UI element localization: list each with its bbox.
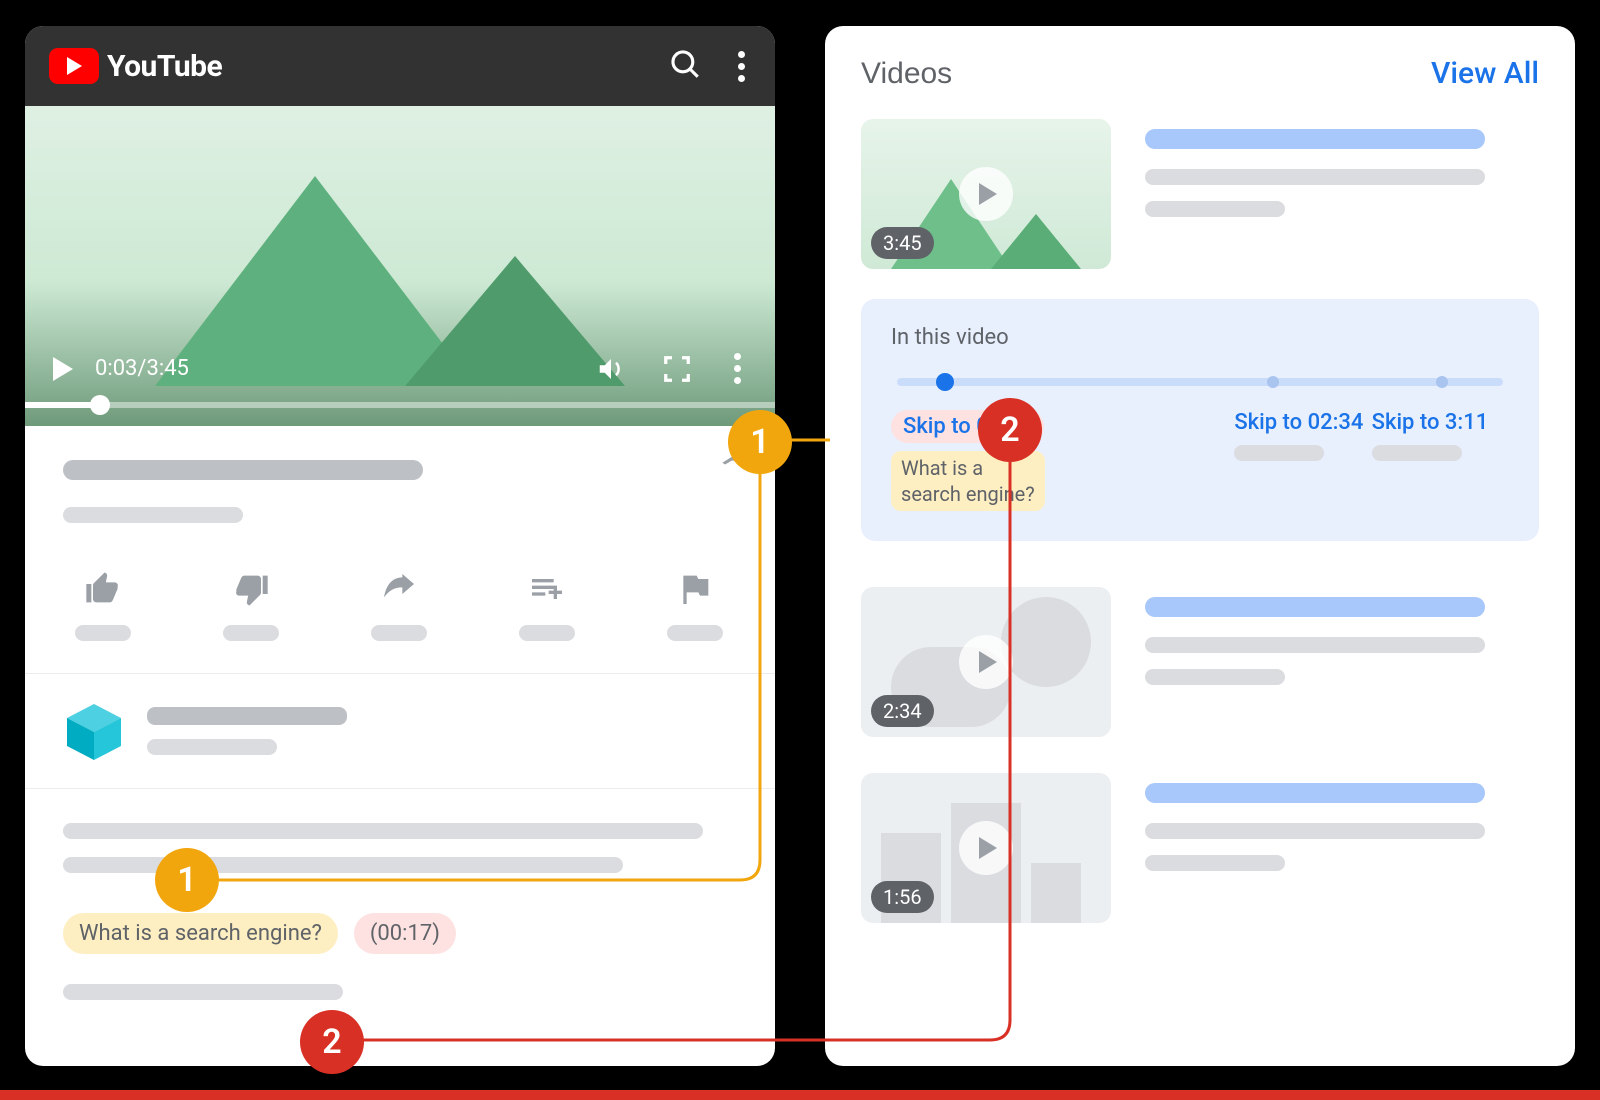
duration-badge: 1:56 [871, 881, 934, 913]
video-player[interactable]: 0:03 / 3:45 [25, 106, 775, 426]
volume-icon[interactable] [596, 354, 626, 384]
moment-title-placeholder [1234, 445, 1324, 461]
moment-title: What is asearch engine? [891, 451, 1045, 511]
moment-dot[interactable] [936, 373, 954, 391]
youtube-header: YouTube [25, 26, 775, 106]
progress-thumb[interactable] [90, 395, 110, 415]
key-moments-track[interactable] [897, 378, 1503, 386]
key-moments-heading: In this video [891, 325, 1509, 350]
like-button[interactable] [63, 569, 143, 641]
play-icon[interactable] [53, 357, 73, 381]
channel-row[interactable] [63, 700, 745, 762]
result-line [1145, 169, 1485, 185]
result-line [1145, 823, 1485, 839]
play-icon [959, 635, 1013, 689]
chapter-time-chip[interactable]: (00:17) [354, 913, 456, 954]
kebab-menu-icon[interactable] [732, 51, 751, 82]
key-moments-card: In this video Skip to 00:17 What is asea… [861, 299, 1539, 541]
moment-dot[interactable] [1436, 376, 1448, 388]
result-line [1145, 201, 1285, 217]
youtube-brand-text: YouTube [107, 49, 222, 84]
callout-badge-2: 2 [978, 398, 1042, 462]
play-icon [959, 167, 1013, 221]
dislike-button[interactable] [211, 569, 291, 641]
video-result[interactable]: 1:56 [861, 773, 1539, 923]
channel-name-placeholder [147, 707, 347, 725]
result-line [1145, 855, 1285, 871]
youtube-logo[interactable]: YouTube [49, 48, 222, 84]
description-line [63, 857, 623, 873]
video-views-placeholder [63, 507, 243, 523]
play-icon [959, 821, 1013, 875]
moment-dot[interactable] [1267, 376, 1279, 388]
duration-badge: 2:34 [871, 695, 934, 727]
video-thumbnail[interactable]: 2:34 [861, 587, 1111, 737]
duration-badge: 3:45 [871, 227, 934, 259]
time-total: 3:45 [147, 356, 189, 381]
time-separator: / [137, 356, 146, 381]
skip-link[interactable]: Skip to 02:34 [1234, 410, 1363, 435]
result-title-placeholder [1145, 597, 1485, 617]
result-title-placeholder [1145, 129, 1485, 149]
video-result[interactable]: 3:45 [861, 119, 1539, 269]
share-button[interactable] [359, 569, 439, 641]
video-title-row: ⌃ [63, 452, 745, 487]
player-controls: 0:03 / 3:45 [25, 353, 775, 384]
report-button[interactable] [655, 569, 735, 641]
video-thumbnail[interactable]: 1:56 [861, 773, 1111, 923]
footer-accent-bar [0, 1090, 1600, 1100]
save-button[interactable] [507, 569, 587, 641]
youtube-play-icon [49, 48, 99, 84]
youtube-panel: YouTube 0:03 / 3:45 [25, 26, 775, 1066]
section-title: Videos [861, 57, 952, 91]
video-actions [63, 569, 745, 641]
skip-link[interactable]: Skip to 3:11 [1372, 410, 1489, 435]
callout-badge-2: 2 [300, 1010, 364, 1074]
search-icon[interactable] [668, 47, 702, 85]
result-line [1145, 669, 1285, 685]
video-result[interactable]: 2:34 [861, 587, 1539, 737]
callout-badge-1: 1 [155, 848, 219, 912]
chapter-title-chip[interactable]: What is a search engine? [63, 913, 338, 954]
video-title-placeholder [63, 460, 423, 480]
channel-avatar-icon [63, 700, 125, 762]
view-all-link[interactable]: View All [1431, 56, 1539, 91]
video-description: What is a search engine? (00:17) [63, 823, 745, 1000]
description-line [63, 984, 343, 1000]
description-line [63, 823, 703, 839]
progress-bar[interactable] [25, 402, 775, 408]
google-panel: Videos View All 3:45 In this video [825, 26, 1575, 1066]
fullscreen-icon[interactable] [662, 354, 692, 384]
result-line [1145, 637, 1485, 653]
callout-badge-1: 1 [728, 410, 792, 474]
player-kebab-icon[interactable] [728, 353, 747, 384]
result-title-placeholder [1145, 783, 1485, 803]
video-thumbnail[interactable]: 3:45 [861, 119, 1111, 269]
moment-title-placeholder [1372, 445, 1462, 461]
time-current: 0:03 [95, 356, 137, 381]
subscriber-count-placeholder [147, 739, 277, 755]
